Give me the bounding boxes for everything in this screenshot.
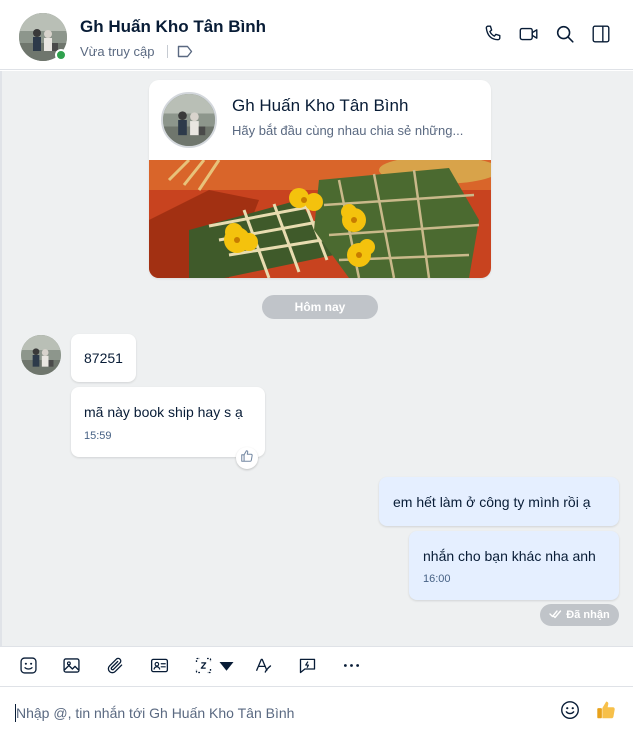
composer-toolbar [0, 646, 633, 687]
sender-avatar[interactable] [21, 335, 61, 375]
reaction-button[interactable] [236, 447, 258, 469]
sticker-button[interactable] [16, 656, 40, 680]
tag-icon[interactable] [177, 45, 193, 58]
sticker-icon [18, 655, 39, 681]
message-text: 87251 [84, 350, 123, 366]
send-contact-card-button[interactable] [147, 656, 171, 680]
message-bubble-outgoing[interactable]: nhắn cho bạn khác nha anh 16:00 [409, 531, 619, 600]
emoji-icon [559, 699, 581, 726]
screenshot-button[interactable] [191, 656, 215, 680]
message-input[interactable] [16, 700, 536, 726]
video-call-button[interactable] [517, 24, 541, 48]
image-icon [61, 655, 82, 681]
message-time: 15:59 [84, 430, 112, 442]
screenshot-options-button[interactable] [216, 656, 236, 680]
quick-message-icon [297, 655, 318, 681]
attachment-icon [105, 655, 126, 681]
delivery-status-badge: Đã nhận [540, 604, 619, 626]
toggle-sidebar-button[interactable] [589, 24, 613, 48]
attach-file-button[interactable] [103, 656, 127, 680]
chat-header: Gh Huấn Kho Tân Bình Vừa truy cập [0, 0, 633, 70]
text-format-icon [253, 655, 274, 681]
message-list[interactable]: Gh Huấn Kho Tân Bình Hãy bắt đầu cùng nh… [0, 71, 633, 646]
message-text: em hết làm ở công ty mình rồi ạ [393, 494, 591, 510]
send-like-button[interactable] [594, 700, 618, 724]
last-seen-status: Vừa truy cập [80, 44, 155, 59]
sidebar-toggle-icon [590, 23, 612, 50]
more-options-button[interactable] [339, 656, 363, 680]
profile-card-name: Gh Huấn Kho Tân Bình [232, 96, 409, 115]
search-button[interactable] [553, 24, 577, 48]
message-text: nhắn cho bạn khác nha anh [423, 548, 596, 564]
chevron-down-icon [216, 655, 237, 681]
quick-message-button[interactable] [295, 656, 319, 680]
double-check-icon [549, 609, 562, 622]
profile-cover-image [149, 156, 491, 278]
status-divider [167, 45, 168, 58]
message-time: 16:00 [423, 573, 451, 585]
contact-card-icon [149, 655, 170, 681]
video-call-icon [518, 23, 540, 50]
phone-icon [482, 23, 504, 50]
search-icon [554, 23, 576, 50]
message-bubble-incoming[interactable]: mã này book ship hay s ạ 15:59 [71, 387, 265, 457]
online-status-dot [55, 49, 67, 61]
contact-profile-card[interactable]: Gh Huấn Kho Tân Bình Hãy bắt đầu cùng nh… [149, 80, 491, 278]
more-icon [341, 655, 362, 681]
send-image-button[interactable] [59, 656, 83, 680]
message-text: mã này book ship hay s ạ [84, 404, 243, 420]
contact-name[interactable]: Gh Huấn Kho Tân Bình [80, 17, 266, 37]
emoji-button[interactable] [558, 700, 582, 724]
phone-call-button[interactable] [481, 24, 505, 48]
message-bubble-incoming[interactable]: 87251 [71, 334, 136, 382]
text-format-button[interactable] [251, 656, 275, 680]
message-composer [0, 688, 633, 732]
message-bubble-outgoing[interactable]: em hết làm ở công ty mình rồi ạ [379, 477, 619, 526]
delivery-status-text: Đã nhận [566, 609, 610, 621]
screenshot-icon [193, 655, 214, 681]
thumbs-up-icon [240, 449, 254, 468]
date-separator: Hôm nay [262, 295, 378, 319]
thumbs-up-icon [595, 699, 617, 726]
profile-card-description: Hãy bắt đầu cùng nhau chia sẻ những... [232, 123, 464, 138]
profile-card-avatar [161, 92, 217, 148]
